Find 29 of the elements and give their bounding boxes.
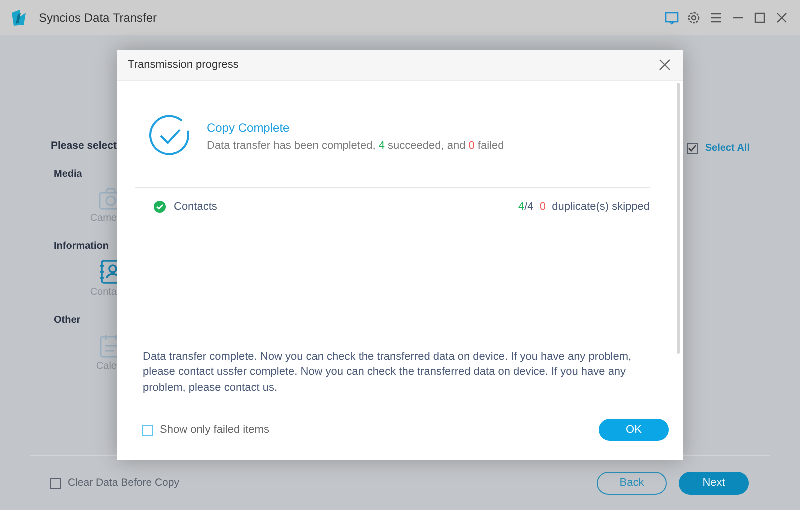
settings-icon[interactable] — [687, 10, 701, 24]
category-title: Information — [54, 241, 110, 252]
close-icon[interactable] — [775, 10, 789, 24]
section-heading: Please select — [51, 140, 117, 152]
dialog-title: Transmission progress — [128, 59, 239, 71]
checkbox[interactable] — [687, 143, 698, 154]
checkbox[interactable] — [142, 424, 153, 436]
item-name: Contacts — [174, 201, 218, 213]
success-icon — [154, 201, 166, 213]
category-title: Media — [54, 169, 84, 180]
menu-icon[interactable] — [709, 10, 723, 24]
scrollbar[interactable] — [677, 83, 680, 354]
category-title: Other — [54, 315, 82, 326]
app-logo-icon — [10, 8, 28, 26]
checkbox[interactable] — [50, 478, 61, 488]
summary-text: Data transfer has been completed, 4 succeeded, and 0 failed — [207, 140, 504, 152]
transfer-count: 4/4 0 duplicate(s) skipped — [518, 201, 650, 213]
checkbox-label: Show only failed items — [160, 424, 270, 436]
status-title: Copy Complete — [207, 120, 291, 134]
ok-button[interactable]: OK — [599, 419, 669, 441]
checkbox-label: Clear Data Before Copy — [68, 477, 180, 489]
success-check-icon — [149, 115, 191, 157]
close-icon[interactable] — [659, 59, 671, 71]
window-title: Syncios Data Transfer — [39, 10, 158, 24]
maximize-icon[interactable] — [753, 10, 767, 24]
next-button[interactable]: Next — [679, 472, 749, 494]
message-text: Data transfer complete. Now you can check the transferred data on device. If you have any problem, please contact ussfer complete. Now you can check the transferred data on device. If you have any problem, please contact us. — [143, 350, 633, 396]
back-button[interactable]: Back — [597, 472, 667, 494]
select-all-label[interactable]: Select All — [705, 143, 750, 154]
